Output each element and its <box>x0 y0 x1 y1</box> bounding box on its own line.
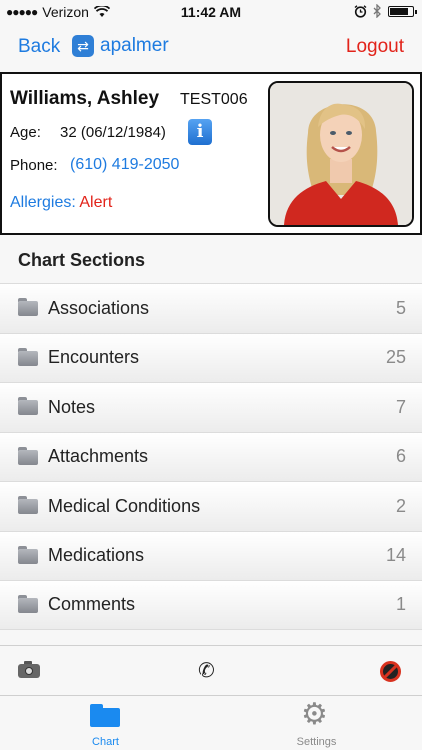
chart-section-comments[interactable]: Comments 1 <box>0 580 422 630</box>
action-toolbar: ✆ <box>0 645 422 695</box>
chart-section-medical-conditions[interactable]: Medical Conditions 2 <box>0 481 422 531</box>
status-bar: ●●●●● Verizon 11:42 AM <box>0 0 422 24</box>
folder-icon <box>18 545 38 564</box>
patient-name: Williams, Ashley <box>10 88 160 109</box>
chart-section-count: 7 <box>395 396 406 417</box>
alarm-icon <box>354 4 367 18</box>
chart-section-count: 14 <box>385 545 406 566</box>
patient-photo[interactable] <box>268 81 414 227</box>
folder-icon <box>18 496 38 514</box>
folder-icon <box>18 298 38 316</box>
chart-section-count: 5 <box>395 297 406 318</box>
username-label: apalmer <box>100 35 169 56</box>
chart-section-label: Medications <box>48 545 145 566</box>
allergies-label: Allergies: <box>10 194 76 211</box>
chart-section-count: 25 <box>385 347 406 368</box>
patient-card: Williams, Ashley TEST006 Age: 32 (06/12/… <box>0 72 422 235</box>
allergies-link[interactable]: Allergies: Alert <box>10 194 112 212</box>
patient-id: TEST006 <box>180 91 248 108</box>
patient-portrait <box>270 83 412 225</box>
tab-chart[interactable]: Chart <box>0 696 211 750</box>
tab-label: Settings <box>296 736 337 748</box>
phone-number-link[interactable]: (610) 419-2050 <box>70 156 179 174</box>
info-icon[interactable]: i <box>188 119 212 145</box>
tab-label: Chart <box>92 736 119 748</box>
chart-section-encounters[interactable]: Encounters 25 <box>0 332 422 382</box>
age-value: 32 (06/12/1984) <box>60 124 166 141</box>
chart-section-attachments[interactable]: Attachments 6 <box>0 431 422 481</box>
gear-icon: ⚙ <box>301 698 328 731</box>
chart-section-associations[interactable]: Associations 5 <box>0 283 422 333</box>
folder-icon <box>18 397 38 415</box>
back-button[interactable]: Back <box>18 36 60 58</box>
folder-icon <box>18 347 38 366</box>
phone-label: Phone: <box>10 157 58 174</box>
allergies-alert: Alert <box>79 194 113 211</box>
restricted-access-icon[interactable] <box>380 661 401 682</box>
navigation-bar: Back ⇄ apalmer Logout <box>0 24 422 72</box>
chart-sections-list: Associations 5 Encounters 25 Notes 7 Att… <box>0 283 422 630</box>
folder-icon <box>18 595 38 613</box>
tab-settings[interactable]: ⚙ Settings <box>211 696 422 750</box>
phone-icon[interactable]: ✆ <box>198 658 215 683</box>
section-title: Chart Sections <box>18 250 146 270</box>
battery-icon <box>388 5 417 17</box>
folder-icon <box>18 446 38 465</box>
chart-section-label: Medical Conditions <box>48 495 201 516</box>
chart-section-label: Notes <box>48 396 96 417</box>
tab-bar: Chart ⚙ Settings <box>0 695 422 750</box>
chart-section-label: Comments <box>48 594 136 615</box>
camera-icon[interactable] <box>18 661 40 679</box>
chart-section-count: 2 <box>395 495 406 516</box>
bluetooth-icon <box>373 4 381 18</box>
switch-user-button[interactable]: ⇄ apalmer <box>72 35 169 57</box>
chart-section-notes[interactable]: Notes 7 <box>0 382 422 432</box>
chart-section-count: 6 <box>395 446 406 467</box>
logout-button[interactable]: Logout <box>346 36 404 58</box>
sync-icon: ⇄ <box>72 35 94 57</box>
folder-icon <box>90 704 120 727</box>
chart-section-label: Associations <box>48 297 150 318</box>
chart-section-count: 1 <box>395 594 406 615</box>
chart-section-label: Encounters <box>48 347 140 368</box>
chart-section-label: Attachments <box>48 446 149 467</box>
chart-section-medications[interactable]: Medications 14 <box>0 530 422 580</box>
age-label: Age: <box>10 124 41 141</box>
